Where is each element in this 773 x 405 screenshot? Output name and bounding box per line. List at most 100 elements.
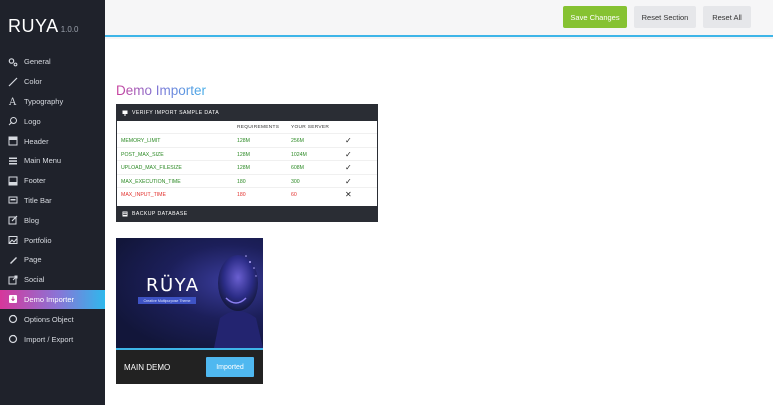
verify-panel-title: VERIFY IMPORT SAMPLE DATA: [132, 110, 220, 116]
row-name: UPLOAD_MAX_FILESIZE: [121, 165, 182, 171]
pencil-icon: [8, 77, 18, 87]
sidebar-item-title-bar[interactable]: Title Bar: [0, 191, 105, 211]
row-server: 1024M: [291, 151, 307, 158]
titlebar-icon: [8, 195, 18, 205]
verify-columns: REQUIREMENTS YOUR SERVER: [117, 121, 377, 133]
demo-name: MAIN DEMO: [124, 363, 171, 372]
sidebar-item-label: Page: [24, 255, 42, 265]
sidebar-item-logo[interactable]: Logo: [0, 111, 105, 131]
row-name: MEMORY_LIMIT: [121, 138, 161, 144]
check-icon: ✓: [345, 149, 352, 159]
reset-all-button[interactable]: Reset All: [703, 6, 751, 28]
gears-icon: [8, 57, 18, 67]
row-requirement: 128M: [237, 151, 250, 158]
sidebar-item-label: Logo: [24, 116, 41, 126]
svg-text:A: A: [8, 97, 17, 106]
sidebar-item-footer[interactable]: Footer: [0, 171, 105, 191]
sidebar-item-header[interactable]: Header: [0, 131, 105, 151]
demo-card-footer: MAIN DEMO Imported: [116, 350, 263, 384]
sidebar-item-main-menu[interactable]: Main Menu: [0, 151, 105, 171]
brand-logo: RUYA 1.0.0: [8, 16, 78, 37]
brand-version: 1.0.0: [60, 25, 79, 34]
sidebar-item-general[interactable]: General: [0, 52, 105, 72]
imported-button[interactable]: Imported: [206, 357, 254, 377]
row-server: 608M: [291, 165, 304, 171]
leaf-icon: [8, 116, 18, 126]
font-icon: A: [8, 96, 18, 106]
backup-database-label: BACKUP DATABASE: [132, 210, 188, 217]
main-content: Demo Importer VERIFY IMPORT SAMPLE DATA …: [105, 39, 773, 405]
check-icon: ✓: [345, 163, 352, 172]
pen-icon: [8, 255, 18, 265]
sidebar-nav: General Color A Typography Logo Header M…: [0, 52, 105, 349]
check-icon: ✓: [345, 136, 352, 145]
demo-preview-image: RÜYA Creative Multipurpose Theme: [116, 238, 263, 348]
reset-section-button[interactable]: Reset Section: [634, 6, 696, 28]
list-icon: [8, 156, 18, 166]
sidebar-item-label: Options Object: [24, 314, 74, 324]
sidebar-item-label: Demo Importer: [24, 294, 75, 304]
verify-panel: VERIFY IMPORT SAMPLE DATA REQUIREMENTS Y…: [116, 104, 378, 222]
row-requirement: 128M: [237, 138, 250, 144]
demo-tagline: Creative Multipurpose Theme: [138, 297, 196, 304]
edit-icon: [8, 215, 18, 225]
table-row: MAX_INPUT_TIME 180 60 ✕: [117, 187, 377, 201]
row-server: 256M: [291, 138, 304, 144]
monitor-icon: [122, 110, 128, 116]
sidebar-item-social[interactable]: Social: [0, 270, 105, 290]
row-name: POST_MAX_SIZE: [121, 151, 164, 158]
sidebar-item-label: General: [24, 57, 51, 67]
sidebar-item-page[interactable]: Page: [0, 250, 105, 270]
refresh-icon: [8, 314, 18, 324]
sidebar-item-demo-importer[interactable]: Demo Importer: [0, 289, 105, 310]
sidebar-item-blog[interactable]: Blog: [0, 210, 105, 230]
sidebar-item-label: Portfolio: [24, 235, 52, 245]
sidebar-item-label: Blog: [24, 215, 40, 225]
sidebar-item-label: Footer: [24, 176, 46, 186]
page-title: Demo Importer: [116, 83, 206, 98]
col-requirements: REQUIREMENTS: [237, 125, 280, 130]
database-icon: [122, 211, 128, 217]
row-server: 300: [291, 178, 300, 185]
sidebar: RUYA 1.0.0 General Color A Typography Log…: [0, 0, 105, 405]
check-icon: ✓: [345, 176, 352, 186]
share-icon: [8, 275, 18, 285]
table-row: POST_MAX_SIZE 128M 1024M ✓: [117, 146, 377, 161]
verify-panel-header: VERIFY IMPORT SAMPLE DATA: [117, 105, 377, 121]
row-name: MAX_INPUT_TIME: [121, 192, 166, 198]
page-title-part2: Importer: [155, 83, 207, 98]
header-icon: [8, 136, 18, 146]
row-server: 60: [291, 192, 297, 198]
sidebar-item-typography[interactable]: A Typography: [0, 92, 105, 112]
sidebar-item-import-export[interactable]: Import / Export: [0, 329, 105, 349]
save-changes-button[interactable]: Save Changes: [563, 6, 627, 28]
sidebar-item-color[interactable]: Color: [0, 72, 105, 92]
image-icon: [8, 235, 18, 245]
backup-database-bar[interactable]: BACKUP DATABASE: [117, 206, 377, 221]
row-requirement: 180: [237, 192, 246, 198]
col-server: YOUR SERVER: [291, 125, 330, 130]
table-row: UPLOAD_MAX_FILESIZE 128M 608M ✓: [117, 160, 377, 174]
sidebar-item-options-object[interactable]: Options Object: [0, 309, 105, 329]
brand-name: RUYA: [8, 16, 59, 36]
cross-icon: ✕: [345, 190, 352, 199]
footer-icon: [8, 176, 18, 186]
portrait-image: [214, 255, 263, 348]
sidebar-item-portfolio[interactable]: Portfolio: [0, 230, 105, 250]
table-row: MEMORY_LIMIT 128M 256M ✓: [117, 133, 377, 147]
row-requirement: 180: [237, 178, 246, 185]
sidebar-item-label: Main Menu: [24, 156, 62, 166]
sidebar-item-label: Title Bar: [24, 195, 52, 205]
sidebar-item-label: Typography: [24, 96, 64, 106]
sidebar-item-label: Social: [24, 275, 45, 285]
table-row: MAX_EXECUTION_TIME 180 300 ✓: [117, 173, 377, 188]
refresh-icon: [8, 334, 18, 344]
sidebar-item-label: Header: [24, 136, 49, 146]
row-name: MAX_EXECUTION_TIME: [121, 178, 181, 185]
demo-logo: RÜYA: [146, 275, 200, 296]
sidebar-item-label: Color: [24, 77, 42, 87]
sidebar-item-label: Import / Export: [24, 334, 74, 344]
download-icon: [8, 294, 18, 304]
page-title-part1: Demo: [116, 83, 153, 98]
top-toolbar: Save Changes Reset Section Reset All: [105, 0, 773, 37]
